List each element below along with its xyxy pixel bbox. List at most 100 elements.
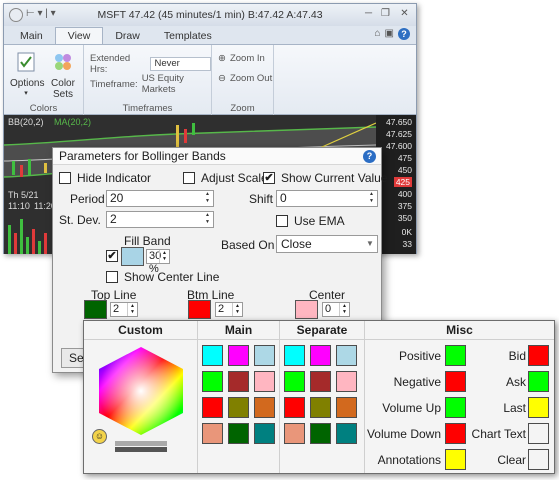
period-spinner[interactable]: 20 ▲ ▼ xyxy=(106,190,214,207)
eyedropper-icon[interactable]: ☺ xyxy=(92,429,107,444)
btm-line-color-swatch[interactable] xyxy=(188,300,211,319)
spin-down-icon[interactable]: ▼ xyxy=(366,198,377,205)
misc-right-label: Bid xyxy=(508,349,526,363)
main-color-swatch[interactable] xyxy=(202,397,223,418)
separate-color-swatch[interactable] xyxy=(310,371,331,392)
help-icon[interactable]: ? xyxy=(363,150,376,163)
misc-left-label: Volume Up xyxy=(382,401,441,415)
fill-pct-spinner[interactable]: 30 % ▲ ▼ xyxy=(146,249,170,275)
main-color-swatch[interactable] xyxy=(202,371,223,392)
misc-right-color-swatch[interactable] xyxy=(528,397,549,418)
main-color-swatch[interactable] xyxy=(202,423,223,444)
separate-color-swatch[interactable] xyxy=(284,345,305,366)
main-color-swatch[interactable] xyxy=(202,345,223,366)
adjust-scale-checkbox[interactable] xyxy=(183,172,195,184)
top-line-color-swatch[interactable] xyxy=(84,300,107,319)
show-center-line-checkbox[interactable] xyxy=(106,271,118,283)
based-on-select[interactable]: Close ▼ xyxy=(276,235,378,253)
adjust-scale-label: Adjust Scale xyxy=(201,171,268,185)
color-sets-button[interactable]: Color Sets xyxy=(46,51,80,100)
spin-down-icon[interactable]: ▼ xyxy=(233,309,242,315)
main-color-swatch[interactable] xyxy=(228,371,249,392)
zoom-in-button[interactable]: ⊕ Zoom In xyxy=(218,53,265,64)
tab-main[interactable]: Main xyxy=(8,28,55,44)
close-icon[interactable]: ✕ xyxy=(397,7,412,21)
chevron-down-icon: ▼ xyxy=(366,239,374,248)
misc-column: Misc Positive Negative Volume Up Volume Dow… xyxy=(365,321,554,473)
separate-color-swatch[interactable] xyxy=(284,397,305,418)
spin-up-icon[interactable]: ▲ xyxy=(202,191,213,198)
zoom-out-button[interactable]: ⊖ Zoom Out xyxy=(218,73,272,84)
hide-indicator-checkbox[interactable] xyxy=(59,172,71,184)
separate-color-swatch[interactable] xyxy=(336,423,357,444)
help-icon[interactable]: ? xyxy=(398,28,410,40)
spin-down-icon[interactable]: ▼ xyxy=(128,309,137,315)
fill-band-color-swatch[interactable] xyxy=(121,247,144,266)
misc-left-label: Negative xyxy=(393,375,441,389)
main-color-swatch[interactable] xyxy=(228,423,249,444)
date-label: Th 5/21 xyxy=(8,190,39,200)
main-color-swatch[interactable] xyxy=(254,423,275,444)
spin-down-icon[interactable]: ▼ xyxy=(160,256,169,262)
separate-column: Separate xyxy=(280,321,365,473)
btm-line-width-spinner[interactable]: 2 ▲ ▼ xyxy=(215,302,243,317)
spin-up-icon[interactable]: ▲ xyxy=(366,191,377,198)
separate-color-swatch[interactable] xyxy=(284,423,305,444)
use-ema-checkbox[interactable] xyxy=(276,215,288,227)
misc-right-color-swatch[interactable] xyxy=(528,423,549,444)
timeframes-group: Extended Hrs: Never Timeframe: US Equity… xyxy=(84,45,212,115)
options-button[interactable]: Options ▾ xyxy=(10,51,44,97)
top-line-width-spinner[interactable]: 2 ▲ ▼ xyxy=(110,302,138,317)
misc-left-color-swatch[interactable] xyxy=(445,449,466,470)
main-color-swatch[interactable] xyxy=(228,345,249,366)
separate-color-swatch[interactable] xyxy=(310,397,331,418)
main-header: Main xyxy=(198,321,279,340)
main-color-swatch[interactable] xyxy=(254,371,275,392)
spin-up-icon[interactable]: ▲ xyxy=(202,212,213,219)
fill-band-checkbox[interactable]: ✔ xyxy=(106,250,118,262)
show-current-value-label: Show Current Value xyxy=(281,171,388,185)
shift-spinner[interactable]: 0 ▲ ▼ xyxy=(276,190,378,207)
misc-left-color-swatch[interactable] xyxy=(445,345,466,366)
separate-color-swatch[interactable] xyxy=(336,397,357,418)
separate-color-swatch[interactable] xyxy=(336,345,357,366)
misc-left-color-swatch[interactable] xyxy=(445,397,466,418)
extended-hrs-select[interactable]: Never xyxy=(150,57,211,71)
layout-icon[interactable]: ⌂ xyxy=(375,28,381,40)
spin-down-icon[interactable]: ▼ xyxy=(202,198,213,205)
show-current-value-checkbox[interactable]: ✔ xyxy=(263,172,275,184)
restore-icon[interactable]: ❐ xyxy=(378,7,393,21)
separate-color-swatch[interactable] xyxy=(284,371,305,392)
main-color-swatch[interactable] xyxy=(254,397,275,418)
spin-down-icon[interactable]: ▼ xyxy=(202,219,213,226)
spin-down-icon[interactable]: ▼ xyxy=(340,309,349,315)
custom-column: Custom ☺ xyxy=(84,321,198,473)
separate-color-swatch[interactable] xyxy=(310,423,331,444)
zoom-out-icon: ⊖ xyxy=(218,73,226,84)
misc-left-color-swatch[interactable] xyxy=(445,371,466,392)
misc-right-color-swatch[interactable] xyxy=(528,371,549,392)
center-color-swatch[interactable] xyxy=(295,300,318,319)
window-icon[interactable]: ▣ xyxy=(385,28,394,40)
misc-right-color-swatch[interactable] xyxy=(528,449,549,470)
misc-right-label: Chart Text xyxy=(471,427,526,441)
indicator-label: BB(20,2) xyxy=(8,117,44,127)
timeframe-select[interactable]: US Equity Markets xyxy=(142,73,211,95)
stdev-spinner[interactable]: 2 ▲ ▼ xyxy=(106,211,214,228)
ribbon-view: Options ▾ Color Sets Colors Extended Hrs… xyxy=(4,44,416,115)
tab-view[interactable]: View xyxy=(54,27,104,44)
zoom-group: ⊕ Zoom In ⊖ Zoom Out Zoom xyxy=(212,45,274,115)
custom-color-wheel[interactable] xyxy=(85,343,197,463)
separate-color-swatch[interactable] xyxy=(336,371,357,392)
hide-indicator-label: Hide Indicator xyxy=(77,171,152,185)
separate-header: Separate xyxy=(280,321,364,340)
minimize-icon[interactable]: ─ xyxy=(361,7,376,21)
tab-draw[interactable]: Draw xyxy=(103,28,152,44)
main-color-swatch[interactable] xyxy=(254,345,275,366)
misc-right-color-swatch[interactable] xyxy=(528,345,549,366)
center-width-spinner[interactable]: 0 ▲ ▼ xyxy=(322,302,350,317)
misc-left-color-swatch[interactable] xyxy=(445,423,466,444)
separate-color-swatch[interactable] xyxy=(310,345,331,366)
tab-templates[interactable]: Templates xyxy=(152,28,224,44)
main-color-swatch[interactable] xyxy=(228,397,249,418)
